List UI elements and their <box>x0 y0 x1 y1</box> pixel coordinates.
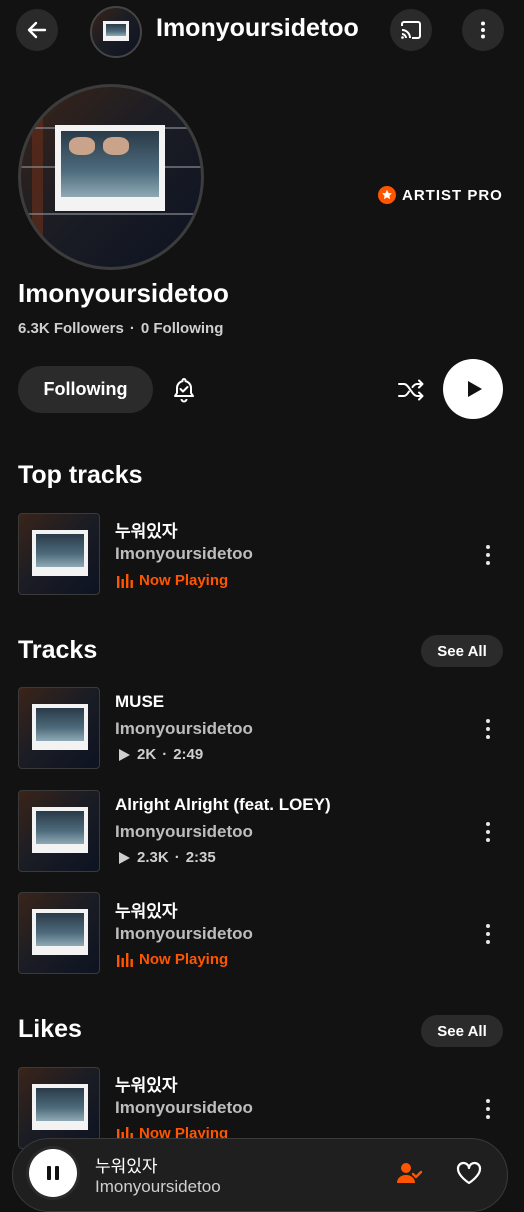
heart-icon <box>456 1161 482 1185</box>
mini-player[interactable]: 누워있자 Imonyoursidetoo <box>12 1138 508 1212</box>
mini-player-artist: Imonyoursidetoo <box>95 1177 221 1196</box>
shuffle-icon <box>398 379 424 401</box>
tracks-see-all-button[interactable]: See All <box>421 635 503 667</box>
track-title: Alright Alright (feat. LOEY) <box>115 795 331 814</box>
equalizer-icon <box>117 573 133 588</box>
back-arrow-icon <box>27 21 47 39</box>
play-button[interactable] <box>443 359 503 419</box>
mini-player-like-button[interactable] <box>455 1160 483 1191</box>
pause-icon <box>47 1166 59 1180</box>
play-count: 2K <box>137 746 157 763</box>
notification-button[interactable] <box>170 376 198 409</box>
track-artist: Imonyoursidetoo <box>115 924 253 943</box>
bell-check-icon <box>174 378 194 403</box>
artist-pro-label: ARTIST PRO <box>402 186 503 204</box>
now-playing-label: Now Playing <box>139 572 229 589</box>
play-count-icon <box>119 748 130 761</box>
star-badge-icon <box>378 186 396 204</box>
likes-heading: Likes <box>18 1015 82 1043</box>
track-more-icon[interactable] <box>478 717 498 741</box>
track-title: 누워있자 <box>115 1076 178 1095</box>
back-button[interactable] <box>16 9 58 51</box>
meta-separator: · <box>162 746 168 763</box>
mini-player-pause-button[interactable] <box>29 1149 77 1197</box>
tracks-heading: Tracks <box>18 636 98 664</box>
track-row[interactable]: 누워있자 Imonyoursidetoo Now Playing <box>0 508 524 600</box>
mini-player-title: 누워있자 <box>95 1157 158 1176</box>
cast-button[interactable] <box>390 9 432 51</box>
play-icon <box>468 381 482 397</box>
profile-name: Imonyoursidetoo <box>18 278 229 308</box>
artist-pro-badge: ARTIST PRO <box>378 186 503 204</box>
likes-see-all-button[interactable]: See All <box>421 1015 503 1047</box>
track-artwork <box>18 687 100 769</box>
track-duration: 2:49 <box>173 746 204 763</box>
track-more-icon[interactable] <box>478 922 498 946</box>
track-artwork <box>18 892 100 974</box>
stats-separator: · <box>129 320 135 337</box>
track-artist: Imonyoursidetoo <box>115 1098 253 1117</box>
more-options-button[interactable] <box>462 9 504 51</box>
track-artwork <box>18 790 100 872</box>
track-stats: 2.3K · 2:35 <box>117 849 216 866</box>
cast-icon <box>401 21 421 39</box>
shuffle-button[interactable] <box>397 377 425 408</box>
track-more-icon[interactable] <box>478 543 498 567</box>
track-row[interactable]: 누워있자 Imonyoursidetoo Now Playing <box>0 887 524 979</box>
profile-stats: 6.3K Followers · 0 Following <box>18 320 223 337</box>
play-count-icon <box>119 851 130 864</box>
meta-separator: · <box>174 849 180 866</box>
track-more-icon[interactable] <box>478 1097 498 1121</box>
person-check-icon <box>397 1163 423 1183</box>
mini-player-follow-button[interactable] <box>395 1159 423 1192</box>
track-row[interactable]: Alright Alright (feat. LOEY) Imonyoursid… <box>0 785 524 877</box>
track-row[interactable]: MUSE Imonyoursidetoo 2K · 2:49 <box>0 682 524 774</box>
track-stats: 2K · 2:49 <box>117 746 203 763</box>
track-title: 누워있자 <box>115 522 178 541</box>
track-artwork <box>18 513 100 595</box>
followers-count[interactable]: 6.3K Followers <box>18 320 124 337</box>
header-avatar[interactable] <box>90 6 142 58</box>
top-tracks-heading: Top tracks <box>18 461 143 489</box>
now-playing-label: Now Playing <box>139 951 229 968</box>
track-title: MUSE <box>115 692 165 711</box>
play-count: 2.3K <box>137 849 169 866</box>
following-button[interactable]: Following <box>18 366 153 413</box>
track-title: 누워있자 <box>115 902 178 921</box>
more-vert-icon <box>481 21 485 39</box>
equalizer-icon <box>117 952 133 967</box>
track-duration: 2:35 <box>185 849 216 866</box>
track-artist: Imonyoursidetoo <box>115 719 253 738</box>
track-artist: Imonyoursidetoo <box>115 544 253 563</box>
track-artwork <box>18 1067 100 1149</box>
now-playing-indicator: Now Playing <box>117 951 228 968</box>
header-title: Imonyoursidetoo <box>156 14 359 42</box>
track-artist: Imonyoursidetoo <box>115 822 253 841</box>
profile-avatar[interactable] <box>18 84 204 270</box>
now-playing-indicator: Now Playing <box>117 572 228 589</box>
track-more-icon[interactable] <box>478 820 498 844</box>
following-count[interactable]: 0 Following <box>141 320 224 337</box>
